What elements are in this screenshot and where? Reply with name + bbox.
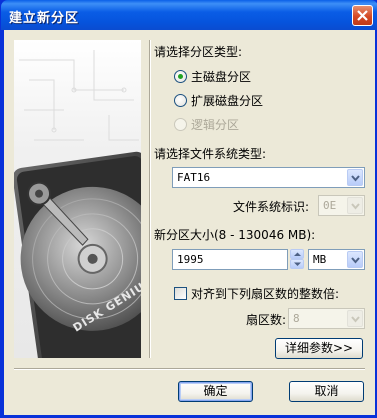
triangle-up-icon: [294, 252, 301, 256]
cancel-button[interactable]: 取消: [289, 381, 364, 402]
ok-button[interactable]: 确定: [178, 381, 253, 402]
sector-count-label: 扇区数:: [246, 313, 287, 327]
filesystem-id-value: 0E: [323, 199, 337, 212]
window-title: 建立新分区: [9, 11, 80, 26]
disk-genius-banner: DISK GENIUS: [14, 40, 141, 358]
spin-down-button[interactable]: [290, 259, 304, 269]
radio-logical: [174, 118, 187, 131]
align-checkbox[interactable]: [174, 287, 187, 300]
horizontal-divider: [14, 368, 365, 370]
size-input[interactable]: 1995: [172, 249, 288, 270]
chevron-down-icon: [351, 316, 360, 323]
filesystem-select[interactable]: FAT16: [172, 167, 365, 188]
size-spinner[interactable]: [290, 249, 304, 269]
size-unit-select[interactable]: MB: [308, 249, 365, 270]
filesystem-id-select: 0E: [318, 195, 365, 216]
dropdown-button: [347, 197, 363, 214]
dialog-window: 建立新分区 DISK GENIUS 请选择分区类型: 主磁盘分区 扩展磁盘分区 …: [0, 0, 377, 418]
partition-type-label: 请选择分区类型:: [154, 45, 243, 59]
size-value[interactable]: 1995: [177, 253, 204, 266]
triangle-down-icon: [294, 262, 301, 266]
spin-up-button[interactable]: [290, 249, 304, 259]
dialog-body: DISK GENIUS 请选择分区类型: 主磁盘分区 扩展磁盘分区 逻辑分区 请…: [4, 30, 375, 415]
close-icon: [357, 10, 368, 21]
chevron-down-icon: [351, 257, 360, 264]
chevron-down-icon: [351, 203, 360, 210]
radio-primary-label[interactable]: 主磁盘分区: [191, 68, 251, 85]
radio-extended[interactable]: [174, 94, 187, 107]
radio-logical-label: 逻辑分区: [191, 118, 240, 132]
align-label[interactable]: 对齐到下列扇区数的整数倍:: [191, 285, 339, 302]
chevron-down-icon: [351, 175, 360, 182]
advanced-params-button[interactable]: 详细参数>>: [275, 338, 363, 359]
dropdown-button: [347, 310, 363, 327]
title-bar[interactable]: 建立新分区: [1, 0, 377, 30]
close-button[interactable]: [352, 5, 373, 26]
sector-count-value: 8: [293, 312, 300, 325]
radio-primary[interactable]: [174, 70, 187, 83]
size-label: 新分区大小(8 - 130046 MB):: [154, 228, 316, 242]
dropdown-button[interactable]: [347, 251, 363, 268]
filesystem-value: FAT16: [177, 171, 211, 184]
size-unit-value: MB: [313, 253, 327, 266]
sector-count-select: 8: [288, 308, 365, 329]
filesystem-label: 请选择文件系统类型:: [154, 147, 267, 161]
radio-extended-label[interactable]: 扩展磁盘分区: [191, 92, 263, 109]
filesystem-id-label: 文件系统标识:: [233, 200, 310, 214]
dropdown-button[interactable]: [347, 169, 363, 186]
vertical-divider: [149, 40, 151, 358]
